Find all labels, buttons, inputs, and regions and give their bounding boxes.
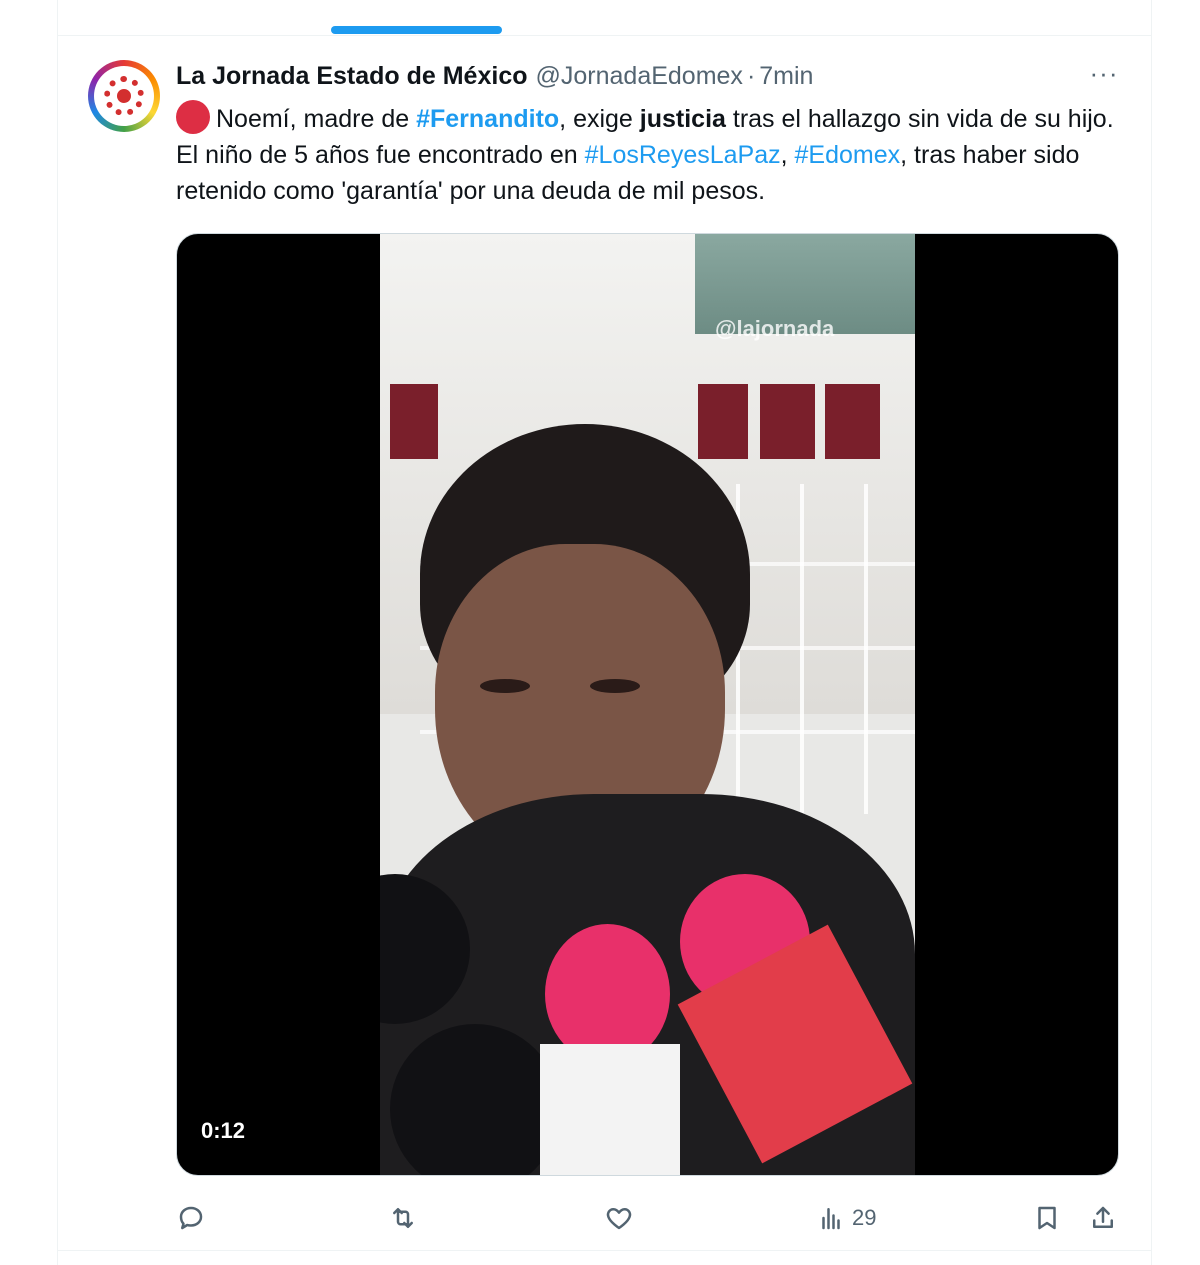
- tweet-header: La Jornada Estado de México @JornadaEdom…: [176, 62, 813, 92]
- separator-dot: ·: [746, 62, 756, 90]
- video-player[interactable]: @lajornada 0:12: [176, 233, 1119, 1176]
- timestamp[interactable]: 7min: [759, 62, 813, 91]
- more-options-icon[interactable]: ···: [1088, 60, 1120, 92]
- video-duration: 0:12: [201, 1118, 246, 1143]
- avatar-logo: [104, 76, 144, 116]
- avatar[interactable]: [88, 60, 160, 132]
- retweet-button[interactable]: [388, 1198, 418, 1238]
- hashtag-link[interactable]: #Edomex: [795, 141, 901, 169]
- author-handle[interactable]: @JornadaEdomex: [536, 62, 743, 91]
- author-name[interactable]: La Jornada Estado de México: [176, 62, 528, 91]
- bookmark-button[interactable]: [1032, 1198, 1062, 1238]
- reply-icon: [179, 1206, 203, 1230]
- heart-icon: [606, 1208, 632, 1230]
- hashtag-link[interactable]: #Fernandito: [416, 105, 559, 133]
- share-button[interactable]: [1088, 1198, 1118, 1238]
- timeline-border-left: [57, 0, 58, 1265]
- reply-button[interactable]: [176, 1198, 206, 1238]
- like-button[interactable]: [604, 1198, 634, 1238]
- tweet-actions: 29: [176, 1198, 1119, 1238]
- top-divider: [57, 35, 1152, 36]
- tweet-text: Noemí, madre de #Fernandito, exige justi…: [176, 100, 1126, 209]
- red-circle-emoji-icon: [176, 100, 210, 134]
- share-icon: [1093, 1206, 1113, 1228]
- active-tab-indicator: [331, 26, 502, 34]
- views-count: 29: [852, 1205, 877, 1230]
- timeline-border-right: [1151, 0, 1152, 1265]
- views-button[interactable]: 29: [816, 1198, 876, 1238]
- video-thumbnail: @lajornada: [380, 234, 915, 1175]
- bookmark-icon: [1038, 1206, 1056, 1230]
- bottom-divider: [57, 1250, 1152, 1251]
- video-watermark: @lajornada: [715, 316, 835, 341]
- retweet-icon: [393, 1208, 413, 1228]
- hashtag-link[interactable]: #LosReyesLaPaz: [585, 141, 781, 169]
- views-chart-icon: [822, 1208, 840, 1230]
